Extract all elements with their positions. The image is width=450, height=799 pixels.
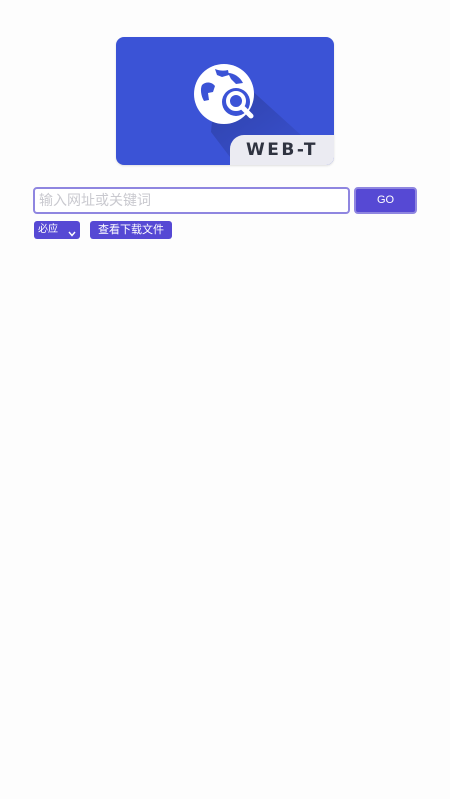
search-input[interactable] <box>33 187 350 214</box>
page: WEB-T GO 必应 查看下载文件 <box>0 0 450 799</box>
app-logo: WEB-T <box>116 37 334 165</box>
search-engine-select[interactable]: 必应 <box>34 221 80 239</box>
logo-wordmark: WEB-T <box>230 135 334 165</box>
search-engine-selected: 必应 <box>38 224 58 235</box>
view-downloads-button[interactable]: 查看下载文件 <box>90 221 172 239</box>
go-button[interactable]: GO <box>354 187 417 214</box>
chevron-down-icon <box>68 226 76 244</box>
